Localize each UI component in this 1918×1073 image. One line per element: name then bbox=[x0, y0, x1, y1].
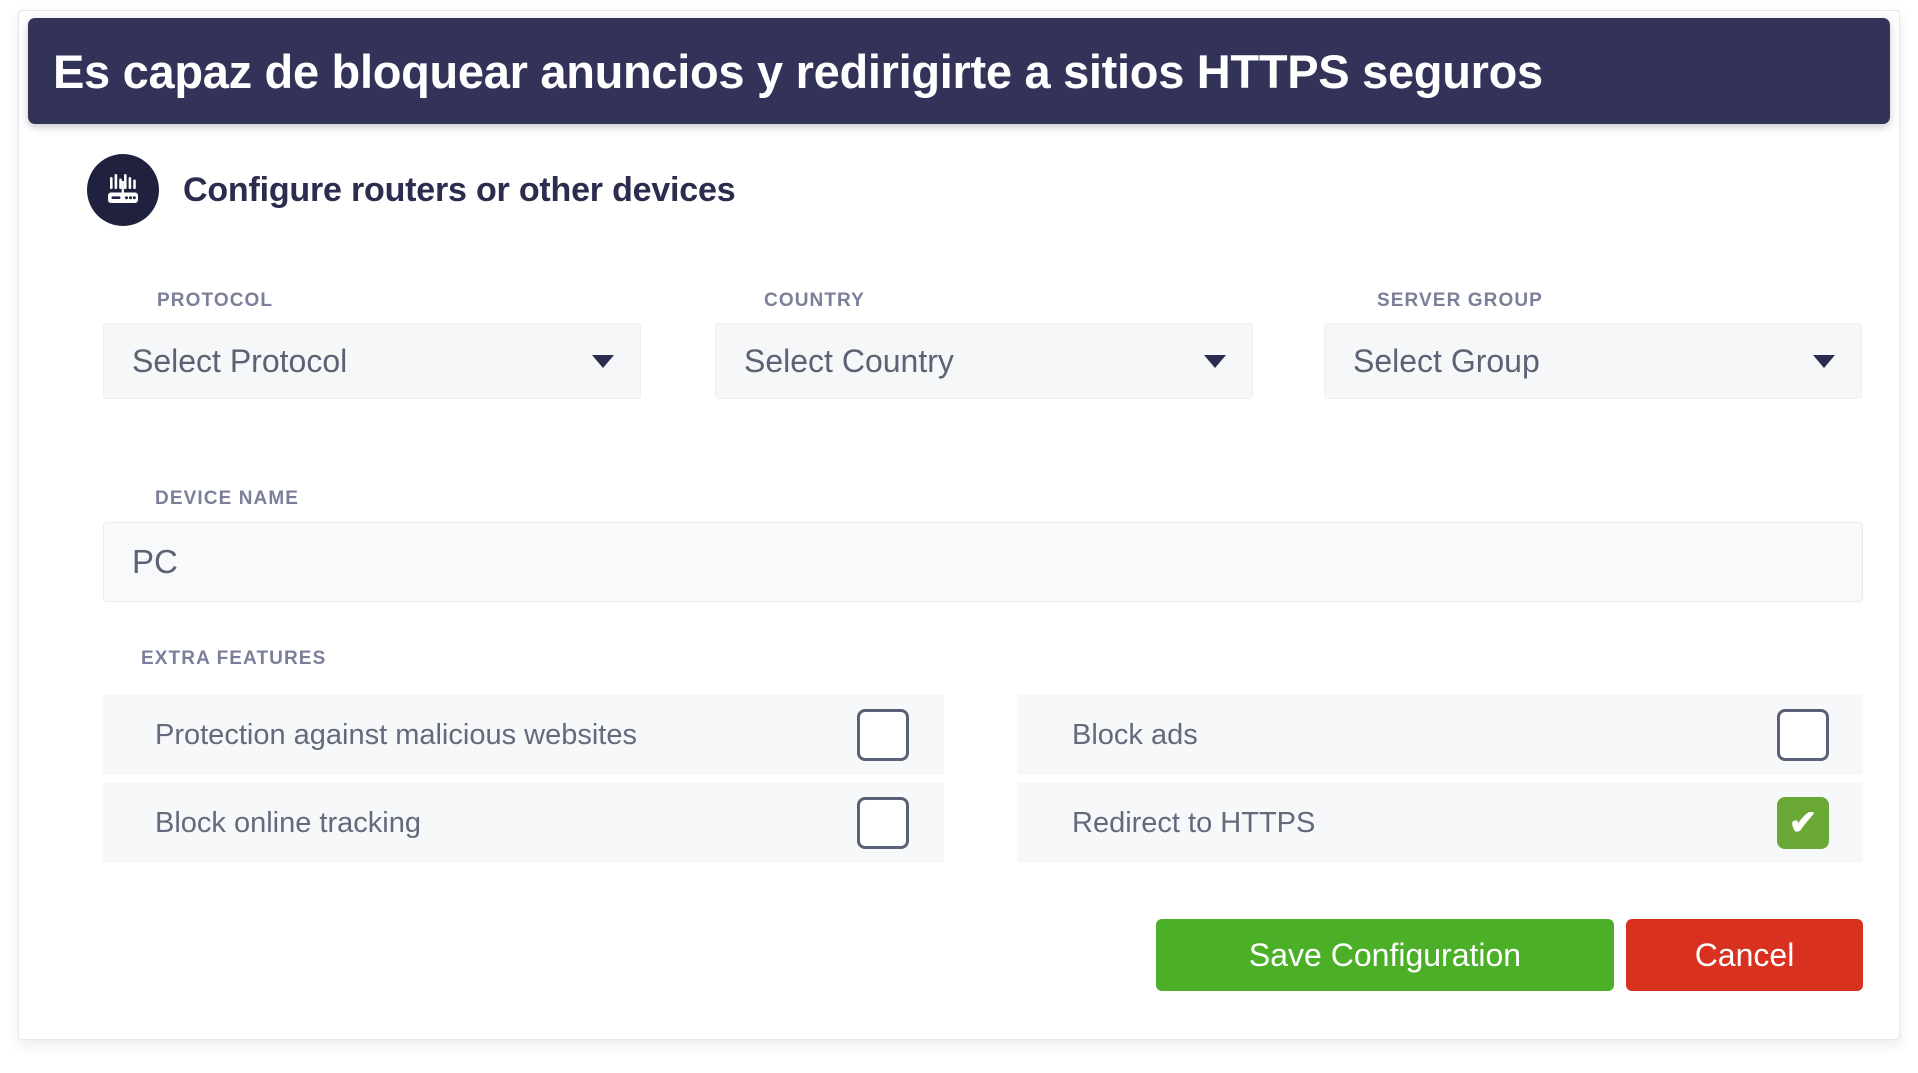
chevron-down-icon bbox=[592, 354, 614, 368]
card-header: Configure routers or other devices bbox=[87, 154, 736, 226]
page-title: Configure routers or other devices bbox=[183, 170, 736, 209]
protocol-select[interactable]: Select Protocol bbox=[103, 323, 641, 399]
chevron-down-icon bbox=[1813, 354, 1835, 368]
feature-row-block-online-tracking[interactable]: Block online tracking bbox=[103, 783, 944, 863]
protocol-label: PROTOCOL bbox=[157, 290, 274, 311]
country-select-value: Select Country bbox=[744, 342, 954, 379]
checkbox-malicious-websites[interactable] bbox=[857, 709, 909, 761]
feature-label: Block ads bbox=[1072, 718, 1198, 751]
feature-row-block-ads[interactable]: Block ads bbox=[1017, 695, 1863, 775]
feature-label: Redirect to HTTPS bbox=[1072, 806, 1316, 839]
feature-label: Protection against malicious websites bbox=[155, 718, 637, 751]
check-icon: ✔ bbox=[1788, 804, 1818, 842]
checkbox-redirect-to-https[interactable]: ✔ bbox=[1777, 797, 1829, 849]
country-select[interactable]: Select Country bbox=[715, 323, 1253, 399]
server-group-select[interactable]: Select Group bbox=[1324, 323, 1862, 399]
server-group-select-value: Select Group bbox=[1353, 342, 1540, 379]
protocol-select-value: Select Protocol bbox=[132, 342, 348, 379]
checkbox-block-online-tracking[interactable] bbox=[857, 797, 909, 849]
extra-features-label: EXTRA FEATURES bbox=[141, 648, 327, 669]
feature-row-redirect-to-https[interactable]: Redirect to HTTPS ✔ bbox=[1017, 783, 1863, 863]
configuration-card: Configure routers or other devices PROTO… bbox=[18, 10, 1900, 1040]
router-icon bbox=[87, 154, 159, 226]
device-name-input[interactable]: PC bbox=[103, 522, 1863, 602]
cancel-button[interactable]: Cancel bbox=[1626, 919, 1863, 991]
promo-banner-text: Es capaz de bloquear anuncios y redirigi… bbox=[53, 44, 1543, 98]
checkbox-block-ads[interactable] bbox=[1777, 709, 1829, 761]
feature-row-malicious-websites[interactable]: Protection against malicious websites bbox=[103, 695, 944, 775]
country-label: COUNTRY bbox=[764, 290, 865, 311]
device-name-label: DEVICE NAME bbox=[155, 488, 300, 509]
device-name-value: PC bbox=[132, 543, 178, 580]
save-configuration-button[interactable]: Save Configuration bbox=[1156, 919, 1614, 991]
feature-label: Block online tracking bbox=[155, 806, 421, 839]
chevron-down-icon bbox=[1204, 354, 1226, 368]
promo-banner: Es capaz de bloquear anuncios y redirigi… bbox=[28, 18, 1890, 124]
server-group-label: SERVER GROUP bbox=[1377, 290, 1543, 311]
